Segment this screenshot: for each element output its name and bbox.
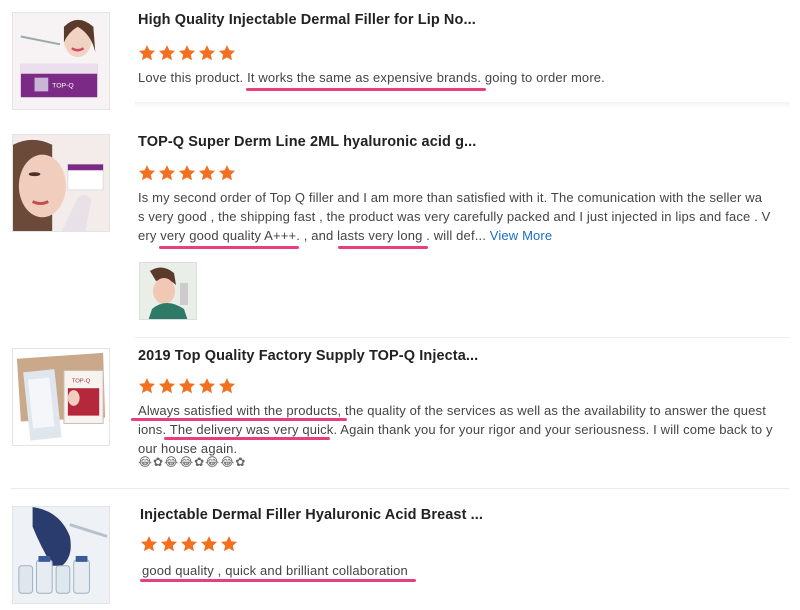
highlight-underline <box>338 246 428 249</box>
svg-text:TOP-Q: TOP-Q <box>52 82 74 89</box>
customer-photo-thumbnail[interactable] <box>139 262 197 320</box>
star-rating <box>138 44 236 62</box>
highlight-underline <box>159 246 299 249</box>
star-icon <box>198 44 216 62</box>
divider <box>135 102 790 108</box>
highlight-underline <box>131 418 347 421</box>
star-icon <box>198 377 216 395</box>
review-product-title[interactable]: TOP-Q Super Derm Line 2ML hyaluronic aci… <box>138 134 476 150</box>
star-icon <box>138 44 156 62</box>
star-icon <box>160 535 178 553</box>
star-icon <box>218 164 236 182</box>
star-icon <box>178 164 196 182</box>
star-icon <box>218 377 236 395</box>
star-rating <box>138 377 236 395</box>
highlight-underline <box>246 88 486 91</box>
review-text: good quality , quick and brilliant colla… <box>142 563 408 578</box>
review-text-line: Is my second order of Top Q filler and I… <box>138 190 763 205</box>
product-thumbnail[interactable]: TOP-Q <box>12 12 110 110</box>
review-text: Love this product. It works the same as … <box>138 70 605 85</box>
review-product-title[interactable]: High Quality Injectable Dermal Filler fo… <box>138 12 476 28</box>
star-icon <box>200 535 218 553</box>
product-thumbnail[interactable] <box>12 134 110 232</box>
star-rating <box>140 535 238 553</box>
emoji-row: 😂✿😂😂✿😂😂✿ <box>138 455 247 469</box>
review-product-title[interactable]: 2019 Top Quality Factory Supply TOP-Q In… <box>138 348 478 364</box>
star-icon <box>140 535 158 553</box>
star-icon <box>158 377 176 395</box>
star-icon <box>220 535 238 553</box>
highlight-underline <box>164 437 330 440</box>
star-icon <box>178 377 196 395</box>
highlight-underline <box>140 579 416 582</box>
star-icon <box>158 164 176 182</box>
divider <box>10 488 790 489</box>
review-text: Is my second order of Top Q filler and I… <box>138 188 778 245</box>
star-icon <box>198 164 216 182</box>
star-icon <box>178 44 196 62</box>
star-rating <box>138 164 236 182</box>
svg-text:TOP-Q: TOP-Q <box>72 378 91 384</box>
review-text-line: s very good , the shipping fast , the pr… <box>138 209 771 224</box>
review-product-title[interactable]: Injectable Dermal Filler Hyaluronic Acid… <box>140 507 483 523</box>
view-more-link[interactable]: View More <box>490 228 553 243</box>
product-thumbnail[interactable]: TOP-Q <box>12 348 110 446</box>
divider <box>135 337 790 338</box>
star-icon <box>158 44 176 62</box>
star-icon <box>180 535 198 553</box>
product-thumbnail[interactable] <box>12 506 110 604</box>
star-icon <box>138 164 156 182</box>
review-text-fragment: ery very good quality A+++. , and lasts … <box>138 228 486 243</box>
star-icon <box>218 44 236 62</box>
review-text: Always satisfied with the products, the … <box>138 401 778 458</box>
star-icon <box>138 377 156 395</box>
review-text-line: ery very good quality A+++. , and lasts … <box>138 226 778 245</box>
